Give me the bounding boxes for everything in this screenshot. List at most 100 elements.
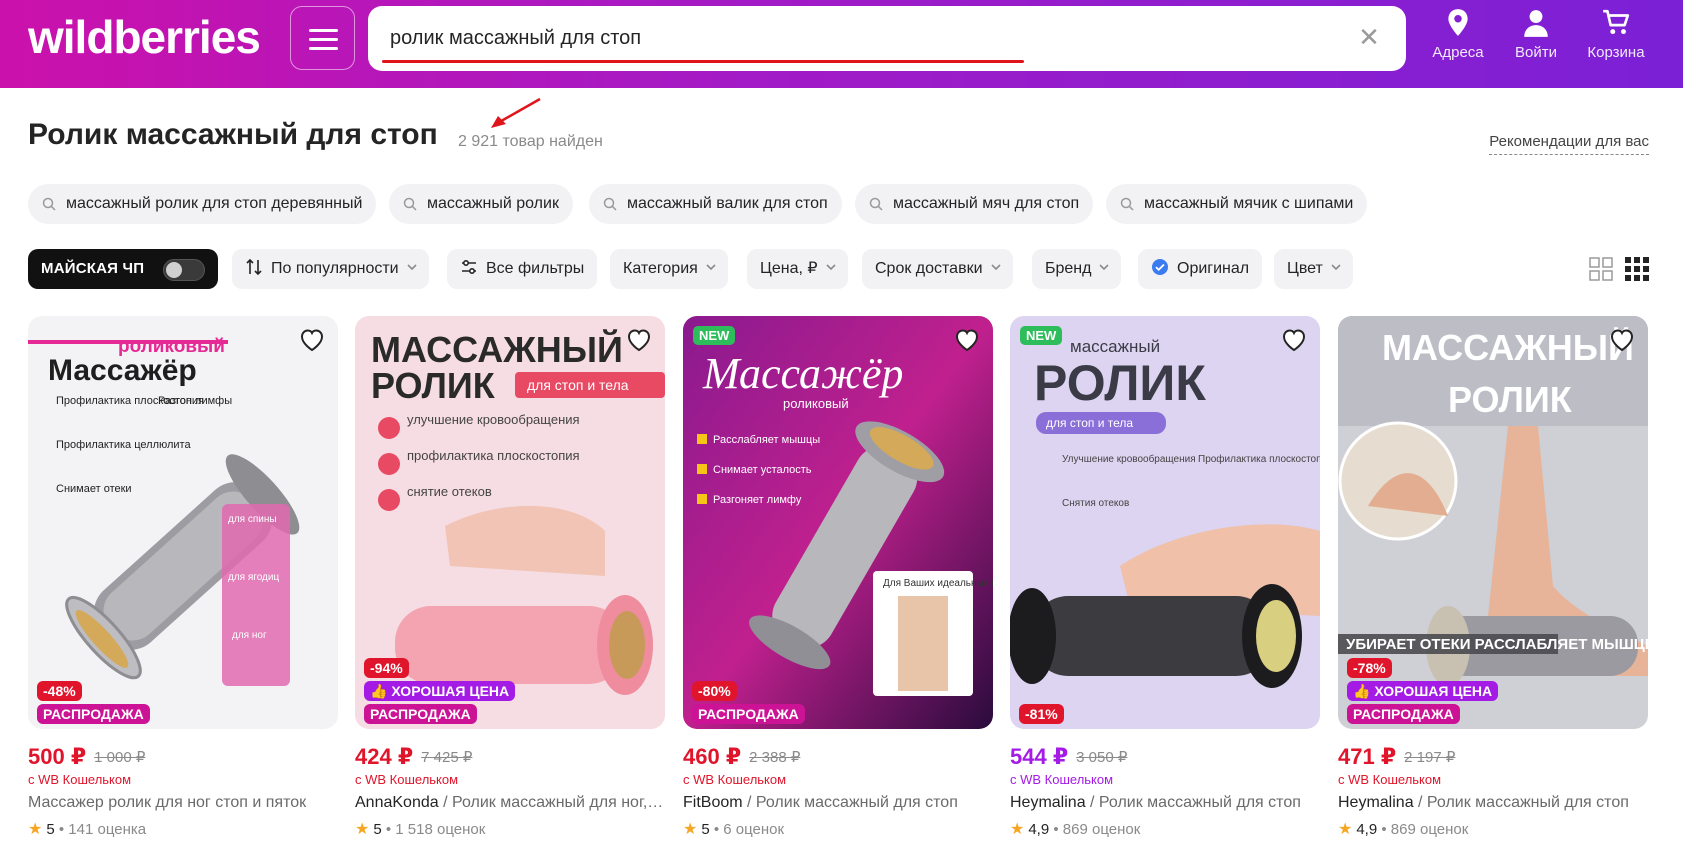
product-title: / Ролик массажный для ног, … (438, 794, 665, 811)
product-card[interactable]: роликовый Массажёр Профилактика плоскост… (28, 316, 338, 846)
product-card[interactable]: МАССАЖНЫЙ РОЛИК для стоп и тела улучшени… (355, 316, 665, 846)
svg-text:Расслабляет мышцы: Расслабляет мышцы (713, 434, 820, 446)
login-button[interactable]: Войти (1496, 8, 1576, 61)
delivery-label: Срок доставки (875, 260, 983, 277)
product-card[interactable]: Массажёр роликовый Расслабляет мышцы Сни… (683, 316, 993, 846)
addresses-label: Адреса (1432, 44, 1484, 61)
product-image[interactable]: МАССАЖНЫЙ РОЛИК УБИРАЕТ ОТЕКИ РАССЛАБЛЯЕ… (1338, 316, 1648, 729)
color-filter[interactable]: Цвет (1274, 249, 1353, 289)
brand-label: Бренд (1045, 260, 1092, 277)
reviews-count: 1 518 оценок (395, 821, 486, 838)
new-badge: NEW (693, 326, 736, 345)
category-label: Категория (623, 260, 698, 277)
cart-button[interactable]: Корзина (1576, 8, 1656, 61)
wallet-note: с WB Кошельком (28, 772, 132, 787)
page-title: Ролик массажный для стоп (28, 118, 438, 151)
product-image[interactable]: роликовый Массажёр Профилактика плоскост… (28, 316, 338, 729)
suggestion-chip[interactable]: массажный валик для стоп (589, 184, 842, 224)
svg-text:УБИРАЕТ ОТЕКИ РАССЛАБЛЯЕТ МЫШЦ: УБИРАЕТ ОТЕКИ РАССЛАБЛЯЕТ МЫШЦЫ РАЗГОНЯЕ… (1346, 636, 1648, 653)
addresses-button[interactable]: Адреса (1418, 8, 1498, 61)
product-name[interactable]: AnnaKonda / Ролик массажный для ног, … (355, 794, 665, 812)
svg-text:РОЛИК: РОЛИК (1448, 379, 1573, 420)
product-image[interactable]: Массажёр роликовый Расслабляет мышцы Сни… (683, 316, 993, 729)
new-badge: NEW (1020, 326, 1063, 345)
heart-icon[interactable] (1280, 326, 1308, 354)
svg-text:РОЛИК: РОЛИК (1034, 355, 1206, 411)
original-filter[interactable]: Оригинал (1138, 249, 1263, 289)
product-card[interactable]: МАССАЖНЫЙ РОЛИК УБИРАЕТ ОТЕКИ РАССЛАБЛЯЕ… (1338, 316, 1648, 846)
product-name[interactable]: FitBoom / Ролик массажный для стоп (683, 794, 993, 812)
product-brand: Heymalina (1010, 794, 1086, 811)
svg-text:Разгоняет лимфу: Разгоняет лимфу (713, 494, 802, 506)
suggestion-chip-label: массажный ролик (427, 195, 559, 212)
suggestion-chip[interactable]: массажный мячик с шипами (1106, 184, 1368, 224)
reviews-count: 6 оценок (723, 821, 785, 838)
wildberries-logo[interactable]: wildberries (28, 10, 261, 64)
promo-toggle[interactable]: МАЙСКАЯ ЧП (28, 249, 218, 289)
old-price: 1 000 ₽ (94, 749, 146, 766)
sort-dropdown[interactable]: По популярности (232, 249, 429, 289)
original-label: Оригинал (1177, 260, 1250, 277)
suggestion-chip[interactable]: массажный ролик для стоп деревянный (28, 184, 377, 224)
svg-text:массажный: массажный (1070, 337, 1160, 356)
product-image[interactable]: МАССАЖНЫЙ РОЛИК для стоп и тела улучшени… (355, 316, 665, 729)
svg-text:роликовый: роликовый (783, 396, 849, 411)
brand-filter[interactable]: Бренд (1032, 249, 1122, 289)
svg-text:Снимает усталость: Снимает усталость (713, 464, 812, 476)
annotation-arrow-icon (491, 97, 541, 128)
sort-label: По популярности (271, 260, 399, 277)
svg-text:для спины: для спины (228, 514, 277, 525)
all-filters-button[interactable]: Все фильтры (447, 249, 598, 289)
svg-text:для стоп и тела: для стоп и тела (1046, 416, 1133, 430)
product-brand: AnnaKonda (355, 794, 439, 811)
search-icon (403, 197, 417, 211)
product-brand: Heymalina (1338, 794, 1414, 811)
suggestion-chip[interactable]: массажный мяч для стоп (855, 184, 1094, 224)
current-price: 500 ₽ (28, 744, 87, 769)
rating-value: 5 (373, 821, 382, 838)
product-name[interactable]: Массажер ролик для ног стоп и пяток (28, 794, 338, 812)
heart-icon[interactable] (298, 326, 326, 354)
svg-text:для стоп и тела: для стоп и тела (527, 377, 629, 393)
reviews-count: 141 оценка (68, 821, 147, 838)
promo-switch[interactable] (163, 259, 205, 281)
results-count: 2 921 товар найден (458, 133, 603, 150)
cart-label: Корзина (1587, 44, 1645, 61)
heart-icon[interactable] (953, 326, 981, 354)
product-photo-roller: массажный РОЛИК для стоп и тела Улучшени… (1010, 316, 1320, 729)
chevron-down-icon (1331, 264, 1341, 271)
promo-label: МАЙСКАЯ ЧП (41, 260, 145, 277)
product-name[interactable]: Heymalina / Ролик массажный для стоп (1010, 794, 1320, 812)
sale-badge: РАСПРОДАЖА (364, 704, 477, 724)
old-price: 2 388 ₽ (749, 749, 801, 766)
chevron-down-icon (825, 264, 836, 271)
heart-icon[interactable] (625, 326, 653, 354)
svg-text:улучшение кровообращения: улучшение кровообращения (407, 412, 580, 427)
wallet-note: с WB Кошельком (1010, 772, 1114, 787)
product-image[interactable]: массажный РОЛИК для стоп и тела Улучшени… (1010, 316, 1320, 729)
product-card[interactable]: массажный РОЛИК для стоп и тела Улучшени… (1010, 316, 1320, 846)
svg-text:Снимает отеки: Снимает отеки (56, 483, 132, 495)
small-grid-view-icon[interactable] (1625, 257, 1649, 281)
recommendations-link[interactable]: Рекомендации для вас (1489, 133, 1649, 155)
delivery-filter[interactable]: Срок доставки (862, 249, 1013, 289)
wallet-note: с WB Кошельком (355, 772, 459, 787)
search-icon (42, 197, 56, 211)
menu-button[interactable] (290, 6, 355, 70)
sale-badge: РАСПРОДАЖА (1347, 704, 1460, 724)
search-box[interactable]: ✕ (368, 6, 1406, 71)
rating-value: 4,9 (1356, 821, 1378, 838)
price-filter[interactable]: Цена, ₽ (747, 249, 848, 289)
current-price: 424 ₽ (355, 744, 414, 769)
category-filter[interactable]: Категория (610, 249, 728, 289)
price-row: 500 ₽ 1 000 ₽ (28, 744, 145, 774)
product-title: / Ролик массажный для стоп (1413, 794, 1629, 811)
search-input[interactable] (390, 22, 1290, 54)
chevron-down-icon (1099, 264, 1110, 271)
heart-icon[interactable] (1608, 326, 1636, 354)
product-name[interactable]: Heymalina / Ролик массажный для стоп (1338, 794, 1648, 812)
suggestion-chip[interactable]: массажный ролик (389, 184, 573, 224)
large-grid-view-icon[interactable] (1589, 257, 1613, 281)
svg-text:профилактика плоскостопия: профилактика плоскостопия (407, 448, 580, 463)
clear-search-icon[interactable]: ✕ (1354, 22, 1384, 52)
